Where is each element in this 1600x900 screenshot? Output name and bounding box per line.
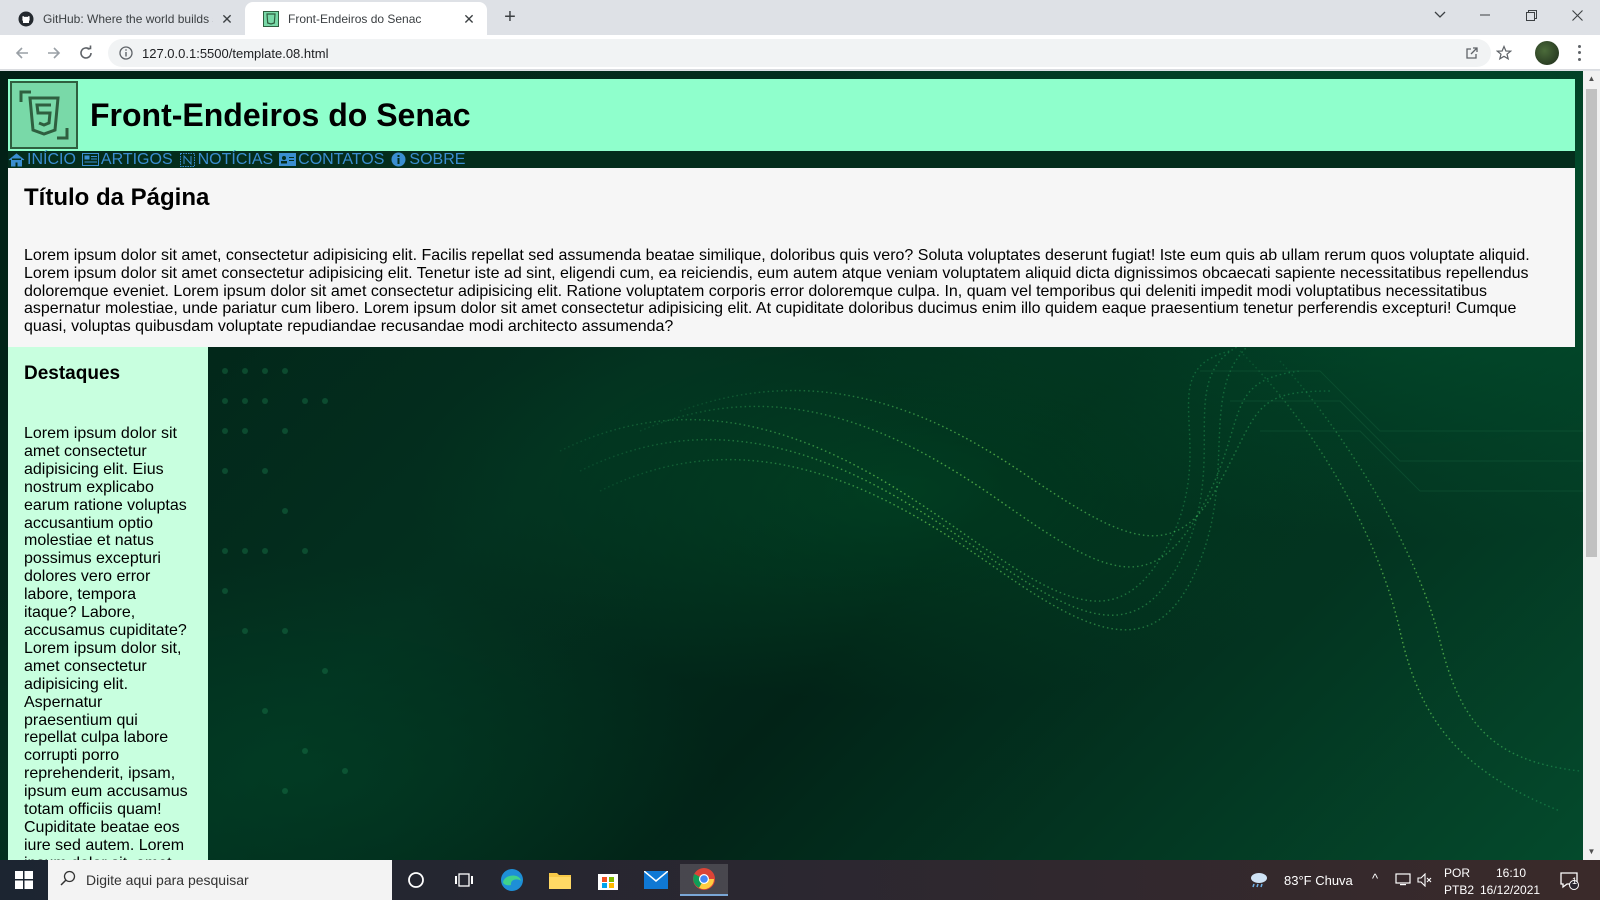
browser-toolbar: 127.0.0.1:5500/template.08.html [0,35,1600,70]
nav-link-inicio[interactable]: INÍCIO [8,151,76,168]
html5-logo-icon [10,81,78,149]
github-icon [18,11,34,27]
edge-browser-icon[interactable] [492,864,532,896]
forward-arrow-icon[interactable] [41,40,67,66]
task-view-icon[interactable] [444,864,484,896]
volume-muted-icon[interactable] [1414,864,1436,896]
profile-avatar[interactable] [1535,41,1559,65]
microsoft-store-icon[interactable] [588,864,628,896]
html5-favicon-icon [263,10,279,27]
taskbar-search-input[interactable]: Digite aqui para pesquisar [48,860,392,900]
browser-menu-icon[interactable] [1571,43,1587,63]
site-nav-menu: INÍCIO ARTIGOS NOTÍCIAS CONTATOS SOBRE [8,151,1575,168]
weather-text[interactable]: 83°F Chuva [1284,873,1353,888]
nav-link-noticias[interactable]: NOTÍCIAS [179,151,274,168]
highlights-sidebar: Destaques Lorem ipsum dolor sit amet con… [8,347,208,860]
chevron-up-icon[interactable]: ^ [1372,871,1378,886]
main-paragraph: Lorem ipsum dolor sit amet, consectetur … [24,247,1530,336]
weather-rain-icon[interactable] [1245,864,1273,896]
tab-search-chevron-icon[interactable] [1417,0,1463,30]
browser-tab-strip: GitHub: Where the world builds s ✕ Front… [0,0,1600,35]
home-icon [8,152,25,167]
news-icon [179,152,196,167]
browser-tab-github[interactable]: GitHub: Where the world builds s ✕ [0,2,245,35]
nav-link-label: NOTÍCIAS [197,151,274,168]
close-tab-icon[interactable]: ✕ [219,11,235,27]
info-icon [390,152,407,167]
chrome-icon[interactable] [680,864,728,896]
sidebar-paragraph: Lorem ipsum dolor sit amet consectetur a… [24,425,188,860]
clock-time[interactable]: 16:10 [1496,866,1526,880]
notification-center-icon[interactable]: 1 [1554,864,1584,896]
share-icon[interactable] [1462,43,1482,63]
tab-title: Front-Endeiros do Senac [288,11,422,26]
close-tab-icon[interactable]: ✕ [461,11,477,27]
nav-link-contatos[interactable]: CONTATOS [279,151,384,168]
file-explorer-icon[interactable] [540,864,580,896]
back-arrow-icon[interactable] [9,40,35,66]
site-title: Front-Endeiros do Senac [90,96,471,133]
page-scrollbar[interactable]: ▲ ▼ [1583,71,1600,860]
contact-card-icon [279,152,297,167]
cortana-icon[interactable] [396,864,436,896]
scrollbar-thumb[interactable] [1586,89,1597,557]
mail-icon[interactable] [636,864,676,896]
nav-link-artigos[interactable]: ARTIGOS [81,151,173,168]
input-language[interactable]: POR [1444,866,1470,880]
scroll-down-arrow-icon[interactable]: ▼ [1587,847,1596,856]
search-icon [60,870,76,891]
reload-icon[interactable] [73,40,99,66]
sidebar-heading: Destaques [24,363,121,384]
search-placeholder: Digite aqui para pesquisar [86,872,249,888]
page-title: Título da Página [24,184,210,211]
main-content: Título da Página Lorem ipsum dolor sit a… [8,168,1575,347]
url-text: 127.0.0.1:5500/template.08.html [142,45,329,61]
newspaper-icon [81,152,99,167]
nav-link-sobre[interactable]: SOBRE [390,151,465,168]
page-viewport: Front-Endeiros do Senac INÍCIO ARTIGOS N… [0,71,1583,860]
close-window-button[interactable] [1554,0,1600,30]
browser-tab-senac[interactable]: Front-Endeiros do Senac ✕ [245,2,487,35]
site-info-icon[interactable] [118,45,134,61]
nav-link-label: SOBRE [409,151,466,168]
nav-link-label: INÍCIO [27,151,76,168]
address-bar[interactable]: 127.0.0.1:5500/template.08.html [108,39,1491,67]
new-tab-button[interactable]: + [498,6,522,30]
scroll-up-arrow-icon[interactable]: ▲ [1587,74,1596,83]
tab-title: GitHub: Where the world builds s [43,11,213,26]
notification-count: 1 [1572,876,1578,886]
windows-taskbar: Digite aqui para pesquisar 83°F Chuva ^ … [0,860,1600,900]
restore-button[interactable] [1508,0,1554,30]
network-icon[interactable] [1392,864,1414,896]
clock-date[interactable]: 16/12/2021 [1480,883,1540,897]
site-header: Front-Endeiros do Senac [8,79,1575,151]
bookmark-star-icon[interactable] [1494,43,1514,63]
nav-link-label: ARTIGOS [100,151,173,168]
windows-start-icon[interactable] [0,860,48,900]
minimize-button[interactable] [1462,0,1508,30]
keyboard-layout[interactable]: PTB2 [1444,883,1474,897]
nav-link-label: CONTATOS [298,151,385,168]
